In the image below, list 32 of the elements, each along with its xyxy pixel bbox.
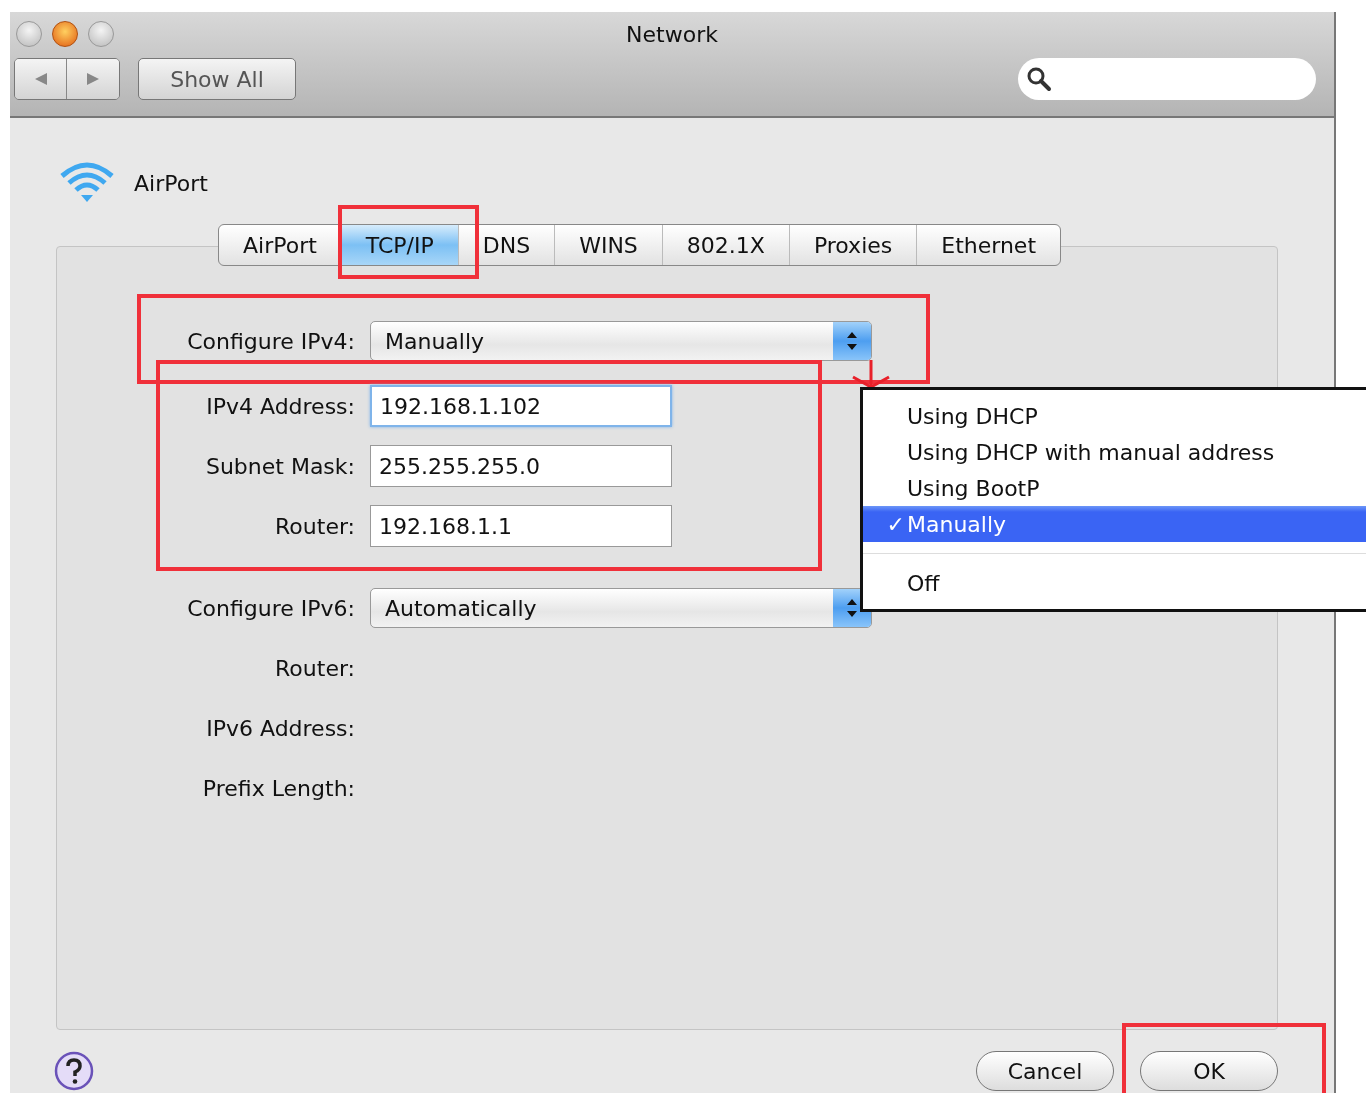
dropdown-value: Automatically [384, 595, 537, 621]
text-field[interactable]: 192.168.1.102 [370, 385, 672, 427]
field-label: IPv4 Address: [205, 393, 355, 419]
field-label: Configure IPv4: [186, 328, 355, 354]
tab[interactable]: Proxies [789, 225, 918, 265]
tab[interactable]: TCP/IP [341, 225, 459, 265]
tab[interactable]: 802.1X [662, 225, 790, 265]
menu-item[interactable]: Using DHCP [863, 398, 1366, 434]
dropdown-value: Manually [384, 328, 485, 354]
field-label: Subnet Mask: [204, 453, 355, 479]
tab[interactable]: DNS [458, 225, 556, 265]
field-label: Router: [274, 513, 355, 539]
tab[interactable]: Ethernet [917, 225, 1061, 265]
field-label: IPv6 Address: [205, 715, 355, 741]
text-field[interactable]: 255.255.255.0 [370, 445, 672, 487]
dialog-button[interactable]: Cancel [976, 1051, 1114, 1091]
menu-item[interactable]: Using DHCP with manual address [863, 434, 1366, 470]
tab[interactable]: AirPort [219, 225, 342, 265]
text-field[interactable]: 192.168.1.1 [370, 505, 672, 547]
show-all-button[interactable]: Show All [138, 58, 296, 100]
tab[interactable]: WINS [555, 225, 663, 265]
field-label: Prefix Length: [201, 775, 355, 801]
window-title: Network [626, 21, 718, 47]
check-mark: ✓ [885, 511, 906, 537]
dialog-button[interactable]: OK [1140, 1051, 1278, 1091]
dropdown[interactable]: Manually [370, 321, 872, 361]
field-label: Configure IPv6: [186, 595, 355, 621]
menu-item[interactable]: Using BootP [863, 470, 1366, 506]
menu-item[interactable]: ✓Manually [863, 506, 1366, 542]
field-label: Router: [274, 655, 355, 681]
dropdown[interactable]: Automatically [370, 588, 872, 628]
service-name: AirPort [134, 170, 208, 196]
